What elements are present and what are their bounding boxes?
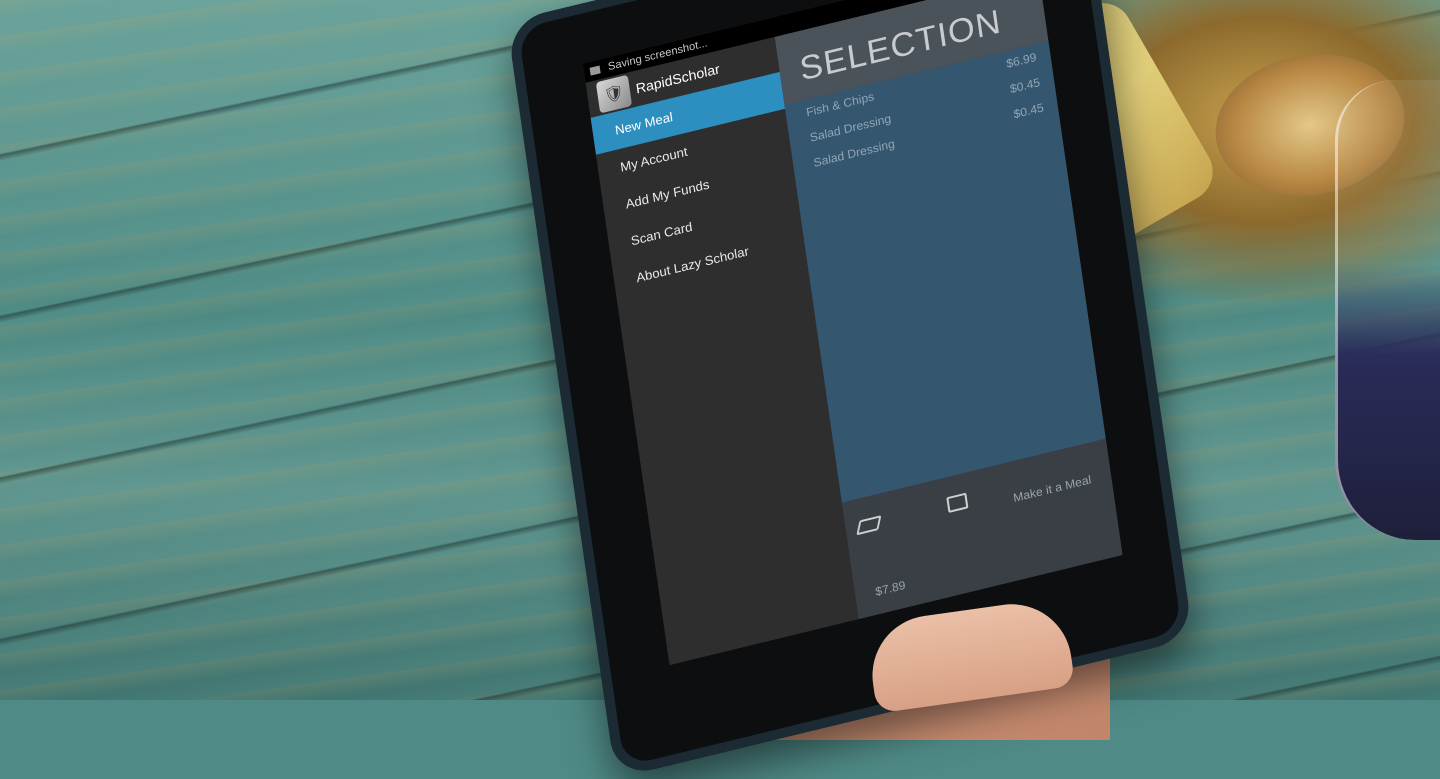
app-logo-icon: 🛡 [595, 74, 633, 114]
tablet-screen: Saving screenshot... 🛡 RapidScholar New … [582, 0, 1123, 666]
item-price: $0.45 [1009, 75, 1041, 97]
selection-list: Fish & Chips $6.99 Salad Dressing $0.45 … [784, 40, 1106, 503]
back-icon[interactable] [856, 515, 882, 536]
wine-glass-image [1335, 80, 1440, 540]
item-price: $0.45 [1012, 100, 1045, 122]
recent-apps-icon[interactable] [946, 492, 969, 513]
order-total: $7.89 [874, 577, 907, 599]
item-price: $6.99 [1005, 49, 1038, 71]
screenshot-icon [589, 65, 601, 76]
tablet-device: Saving screenshot... 🛡 RapidScholar New … [506, 0, 1194, 779]
